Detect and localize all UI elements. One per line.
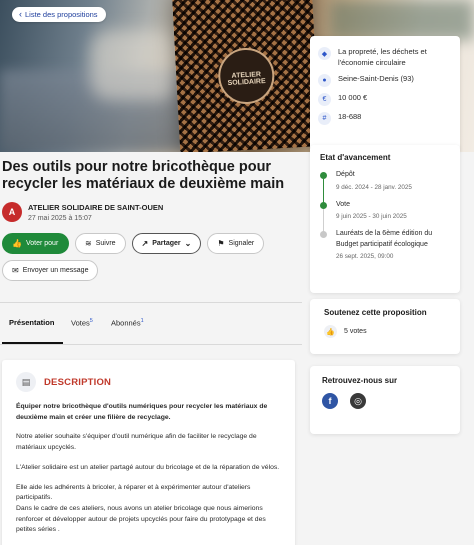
description-paragraph: Notre atelier souhaite s'équiper d'outil… [16,433,257,452]
proposal-info-card: ◆ La propreté, les déchets et l'économie… [310,36,460,151]
thumbs-up-icon: 👍 [324,325,337,338]
info-category: ◆ La propreté, les déchets et l'économie… [318,46,452,68]
support-card: Soutenez cette proposition 👍 5 votes [310,299,460,354]
tab-presentation[interactable]: Présentation [9,318,54,327]
tab-votes[interactable]: Votes5 [71,318,93,328]
progress-status-card: Etat d'avancement Dépôt 9 déc. 2024 - 28… [310,145,460,293]
flag-icon: ⚑ [217,239,225,248]
document-icon: ▤ [16,372,36,392]
description-paragraph: Dans le cadre de ces ateliers, nous avon… [16,504,266,534]
proposal-title: Des outils pour notre bricothèque pour r… [2,159,285,192]
info-location: ● Seine-Saint-Denis (93) [318,73,452,87]
status-heading: Etat d'avancement [320,153,391,162]
social-heading: Retrouvez-nous sur [322,376,398,385]
vote-button[interactable]: 👍 Voter pour [2,233,69,254]
back-link-label: Liste des propositions [25,10,98,19]
author-avatar[interactable]: A [2,202,22,222]
author-name[interactable]: ATELIER SOLIDAIRE DE SAINT-OUEN [28,203,163,212]
step-done-icon [320,172,327,179]
description-lead: Équiper notre bricothèque d'outils numér… [16,403,268,421]
tag-icon: ◆ [318,47,331,60]
follow-button[interactable]: ≋ Suivre [75,233,126,254]
tabs-divider-bottom [0,344,302,345]
tabs-divider-top [0,302,302,303]
bricotheque-box-photo: ATELIER SOLIDAIRE [171,0,321,152]
location-pin-icon: ● [318,74,331,87]
action-bar: 👍 Voter pour ≋ Suivre ↗ Partager ⌄ ⚑ Sig… [2,233,265,254]
website-globe-icon[interactable]: ◎ [350,393,366,409]
description-heading: DESCRIPTION [44,376,112,388]
rss-icon: ≋ [85,239,92,248]
status-step: Dépôt 9 déc. 2024 - 28 janv. 2025 [320,170,450,207]
hash-icon: # [318,112,331,125]
report-button[interactable]: ⚑ Signaler [207,233,265,254]
step-done-icon [320,201,327,209]
info-budget: € 10 000 € [318,92,452,106]
social-card: Retrouvez-nous sur f ◎ [310,366,460,434]
message-icon: ✉ [12,266,19,275]
chevron-left-icon: ‹ [19,9,22,19]
vote-count: 👍 5 votes [324,325,446,338]
send-message-button[interactable]: ✉ Envoyer un message [2,260,99,281]
info-reference: # 18-688 [318,111,452,125]
share-button[interactable]: ↗ Partager ⌄ [131,233,202,254]
facebook-icon[interactable]: f [322,393,338,409]
status-step: Lauréats de la 6ème édition du Budget pa… [320,229,450,261]
step-pending-icon [320,231,327,238]
description-paragraph: L'Atelier solidaire est un atelier parta… [16,463,280,471]
money-icon: € [318,93,331,106]
share-icon: ↗ [141,239,149,248]
back-to-list-link[interactable]: ‹ Liste des propositions [12,7,106,22]
publish-date: 27 mai 2025 à 15:07 [28,215,92,222]
support-heading: Soutenez cette proposition [324,308,427,317]
tab-subscribers[interactable]: Abonnés1 [111,318,144,328]
chevron-down-icon: ⌄ [184,239,192,248]
description-card: ▤ DESCRIPTION Équiper notre bricothèque … [2,360,295,545]
description-paragraph: Elle aide les adhérents à bricoler, à ré… [16,483,251,502]
thumbs-up-icon: 👍 [12,239,22,248]
status-step: Vote 9 juin 2025 - 30 juin 2025 [320,200,450,237]
